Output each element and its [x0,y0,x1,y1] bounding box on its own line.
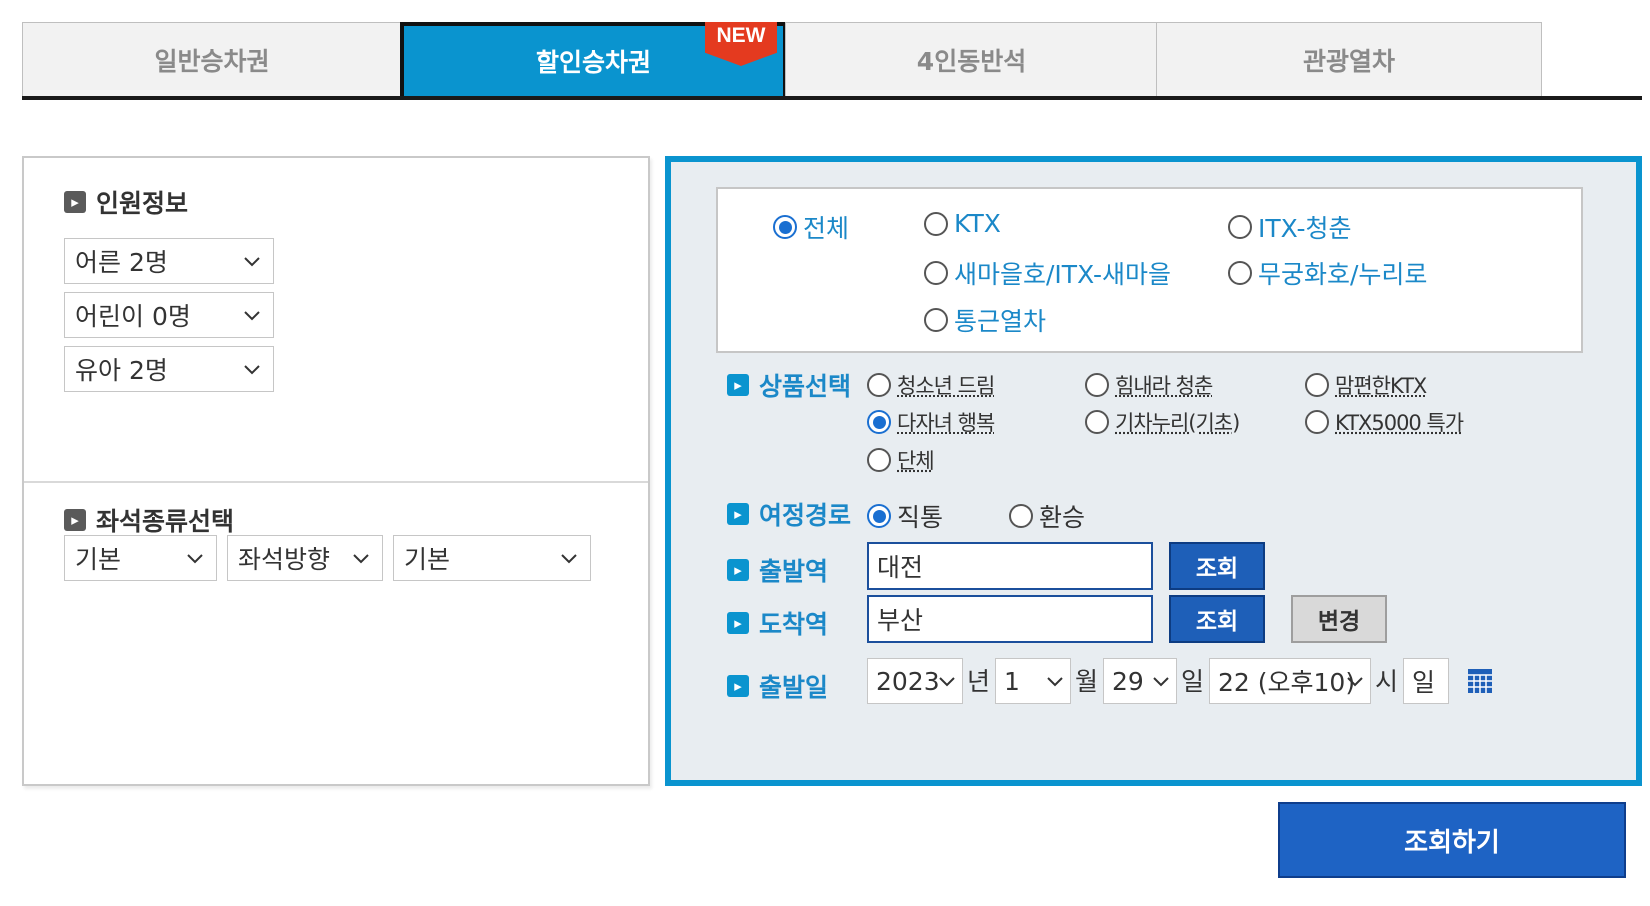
journey-panel: 전체 KTX ITX-청춘 새마을호/ITX-새마을 무궁화호/누리로 통근열차… [665,156,1642,786]
departure-station-input[interactable]: 대전 [867,542,1153,590]
tab-four-person-seat[interactable]: 4인동반석 [785,22,1158,96]
radio-icon [1085,410,1109,434]
train-type-box: 전체 KTX ITX-청춘 새마을호/ITX-새마을 무궁화호/누리로 통근열차 [716,187,1583,353]
chevron-down-icon [1047,677,1063,687]
arrow-right-icon: ▸ [727,374,749,396]
train-type-saemaeul-radio[interactable]: 새마을호/ITX-새마을 [924,255,1171,291]
seat-option-select[interactable]: 기본 [393,535,591,581]
radio-icon [867,373,891,397]
departure-label: ▸ 출발역 [727,552,828,588]
seat-section-title: ▸ 좌석종류선택 [64,502,234,538]
year-unit: 년 [967,667,991,696]
product-comfort-ktx-radio[interactable]: 맘편한KTX [1305,370,1427,400]
day-unit: 일 [1181,667,1205,696]
radio-icon [924,211,948,236]
date-label: ▸ 출발일 [727,668,828,704]
tab-general-ticket[interactable]: 일반승차권 [22,22,402,96]
arrival-label: ▸ 도착역 [727,605,828,641]
radio-icon [867,448,891,472]
month-unit: 월 [1075,667,1099,696]
tab-label: 할인승차권 [535,48,651,77]
product-group-radio[interactable]: 단체 [867,445,935,475]
product-multichild-radio[interactable]: 다자녀 행복 [867,407,995,437]
train-type-ktx-radio[interactable]: KTX [924,209,1001,238]
child-count-select[interactable]: 어린이 0명 [64,292,274,338]
product-youth-dream-radio[interactable]: 청소년 드림 [867,370,995,400]
route-label: ▸ 여정경로 [727,496,851,532]
chevron-down-icon [244,365,260,375]
hour-select[interactable]: 22 (오후10) [1209,658,1371,704]
route-direct-radio[interactable]: 직통 [867,498,943,534]
departure-search-button[interactable]: 조회 [1169,542,1265,590]
passenger-section-title: ▸ 인원정보 [64,184,188,220]
radio-icon [1009,504,1033,528]
hour-unit: 시 [1375,667,1399,696]
train-type-all-radio[interactable]: 전체 [773,209,849,245]
radio-icon [1305,410,1329,434]
train-type-mugunghwa-radio[interactable]: 무궁화호/누리로 [1228,255,1427,291]
radio-selected-icon [773,215,797,239]
product-cheer-youth-radio[interactable]: 힘내라 청춘 [1085,370,1213,400]
month-select[interactable]: 1 [995,658,1071,704]
product-train-nuri-radio[interactable]: 기차누리(기초) [1085,407,1240,437]
arrival-search-button[interactable]: 조회 [1169,595,1265,643]
day-select[interactable]: 29 [1103,658,1177,704]
tab-discount-ticket[interactable]: 할인승차권 NEW [400,22,787,96]
ticket-type-tabs: 일반승차권 할인승차권 NEW 4인동반석 관광열차 [22,22,1642,100]
chevron-down-icon [244,257,260,267]
chevron-down-icon [1153,677,1169,687]
tab-label: 관광열차 [1302,46,1395,76]
search-submit-button[interactable]: 조회하기 [1278,802,1626,878]
radio-selected-icon [867,504,891,528]
radio-icon [1228,215,1252,239]
chevron-down-icon [353,554,369,564]
train-type-itx-cheongchun-radio[interactable]: ITX-청춘 [1228,209,1352,245]
radio-icon [1228,261,1252,285]
tab-label: 일반승차권 [154,46,270,76]
route-transfer-radio[interactable]: 환승 [1009,498,1085,534]
arrow-right-icon: ▸ [727,559,749,581]
calendar-icon[interactable] [1467,668,1493,694]
radio-icon [924,308,948,332]
seat-direction-select[interactable]: 좌석방향 [227,535,383,581]
chevron-down-icon [939,677,955,687]
product-ktx5000-radio[interactable]: KTX5000 특가 [1305,407,1464,437]
section-divider [24,481,648,483]
chevron-down-icon [187,554,203,564]
radio-icon [1085,373,1109,397]
chevron-down-icon [244,311,260,321]
chevron-down-icon [561,554,577,564]
product-label: ▸ 상품선택 [727,367,851,403]
arrow-right-icon: ▸ [64,509,86,531]
adult-count-select[interactable]: 어른 2명 [64,238,274,284]
new-badge: NEW [705,22,777,66]
infant-count-select[interactable]: 유아 2명 [64,346,274,392]
chevron-down-icon [1347,677,1363,687]
seat-type-select[interactable]: 기본 [64,535,217,581]
radio-icon [924,261,948,285]
tab-tourist-train[interactable]: 관광열차 [1156,22,1542,96]
arrow-right-icon: ▸ [64,191,86,213]
train-type-commuter-radio[interactable]: 통근열차 [924,302,1046,338]
weekday-display: 일 [1403,658,1449,704]
arrow-right-icon: ▸ [727,612,749,634]
arrow-right-icon: ▸ [727,503,749,525]
year-select[interactable]: 2023 [867,658,963,704]
passenger-seat-panel: ▸ 인원정보 어른 2명 어린이 0명 유아 2명 ▸ 좌석종류선택 기본 좌석… [22,156,650,786]
radio-selected-icon [867,410,891,434]
swap-stations-button[interactable]: 변경 [1291,595,1387,643]
tab-label: 4인동반석 [916,46,1027,76]
arrow-right-icon: ▸ [727,675,749,697]
radio-icon [1305,373,1329,397]
arrival-station-input[interactable]: 부산 [867,595,1153,643]
